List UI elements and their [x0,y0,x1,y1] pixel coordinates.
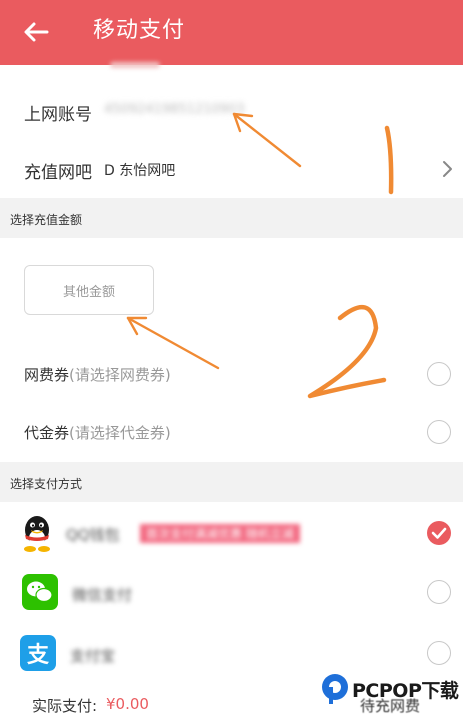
coupon-hint: (请选择代金券) [69,424,171,442]
back-arrow-icon [24,22,49,42]
payment-option-wechat[interactable]: 微信支付 [0,567,463,617]
checkmark-icon [431,527,447,539]
back-button[interactable] [18,14,54,50]
watermark-emblem-icon [322,674,348,704]
coupon-title: 代金券 [24,424,70,442]
other-amount-button[interactable]: 其他金额 [24,265,154,315]
watermark-brand: PCPOP下载 [352,680,459,702]
account-value: 45092419851210903 [104,102,245,117]
app-header: 移动支付 [0,0,463,65]
cafe-row[interactable]: 充值网吧 D 东怡网吧 [0,140,463,195]
voucher-title: 网费券 [24,366,70,384]
cafe-value: D 东怡网吧 [104,163,176,179]
wechat-icon [22,574,58,610]
coupon-label: 代金券(请选择代金券) [24,422,171,443]
actual-pay-value: ¥0.00 [106,695,149,713]
section-payment-method-title: 选择支付方式 [10,477,83,491]
payment-name-qq: QQ钱包 [66,526,120,544]
voucher-row[interactable]: 网费券(请选择网费券) [0,352,463,396]
payment-name-wechat: 微信支付 [72,586,133,604]
account-row: 上网账号 45092419851210903 [0,80,463,138]
payment-radio-qq[interactable] [427,521,451,545]
voucher-hint: (请选择网费券) [69,366,171,384]
payment-option-qq[interactable]: QQ钱包 首次支付满减优惠 随机立减 [0,508,463,558]
account-label: 上网账号 [24,105,92,125]
section-payment-method: 选择支付方式 [0,462,463,502]
voucher-label: 网费券(请选择网费券) [24,364,171,385]
scrolled-content-fragment [110,62,160,68]
svg-text:支: 支 [27,643,50,668]
section-select-amount: 选择充值金额 [0,198,463,238]
coupon-row[interactable]: 代金券(请选择代金券) [0,410,463,454]
other-amount-label: 其他金额 [62,284,115,300]
payment-promo-qq: 首次支付满减优惠 随机立减 [140,524,300,543]
actual-pay-label: 实际支付: [32,697,98,715]
watermark-logo: PCPOP下载 [320,670,463,710]
cafe-label: 充值网吧 [24,163,92,183]
alipay-icon: 支 [20,635,56,671]
page-title: 移动支付 [93,18,186,43]
section-select-amount-title: 选择充值金额 [10,213,83,227]
payment-radio-wechat[interactable] [427,580,451,604]
payment-radio-alipay[interactable] [427,641,451,665]
payment-name-alipay: 支付宝 [70,647,116,665]
qq-penguin-icon [24,516,50,552]
voucher-radio[interactable] [427,362,451,386]
coupon-radio[interactable] [427,420,451,444]
chevron-right-icon [443,161,452,177]
